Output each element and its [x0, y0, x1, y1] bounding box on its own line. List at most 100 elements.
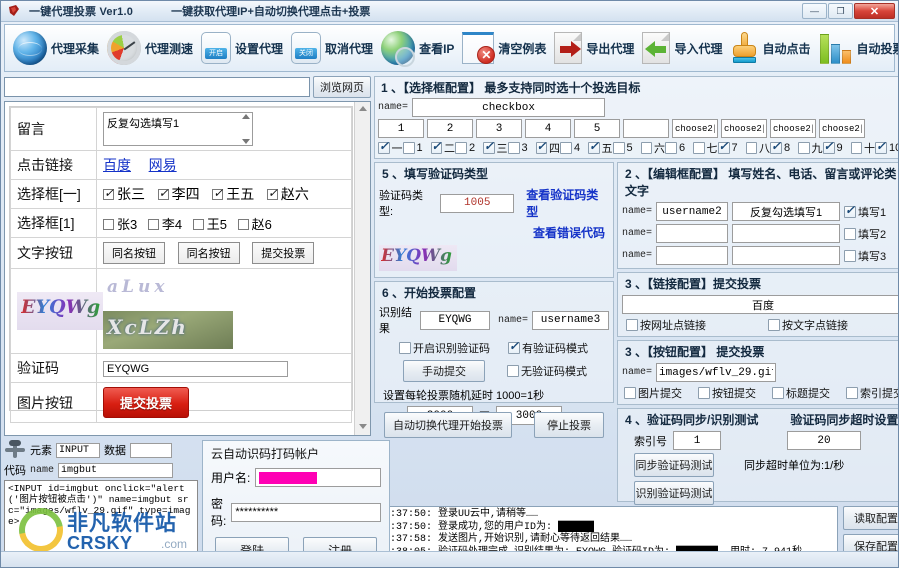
sync-captcha-test-button[interactable]: 同步验证码测试	[634, 453, 714, 477]
minimize-button[interactable]: —	[802, 3, 827, 19]
title-submit-checkbox[interactable]	[772, 387, 784, 399]
textbox-name-input-2[interactable]	[656, 224, 729, 243]
toolbar-export-proxy[interactable]: 导出代理	[550, 26, 638, 70]
index-input-2[interactable]	[427, 119, 473, 138]
choice-checkbox[interactable]	[717, 139, 730, 154]
vote-name-input[interactable]	[532, 310, 609, 330]
captcha-input[interactable]	[103, 360, 288, 377]
index-input-7[interactable]	[672, 119, 718, 138]
browse-page-button[interactable]: 浏览网页	[313, 76, 371, 98]
checkbox-name-input[interactable]	[412, 98, 606, 117]
textbox-name-input-3[interactable]	[656, 246, 729, 265]
choice-checkbox[interactable]	[798, 142, 810, 154]
checkbox-option[interactable]: 张三	[103, 186, 145, 202]
link-by-url-checkbox[interactable]	[626, 319, 638, 331]
choice-checkbox[interactable]	[665, 142, 677, 154]
toolbar-auto-click[interactable]: 自动点击	[726, 26, 814, 70]
toolbar-cancel-proxy[interactable]: 关闭 取消代理	[287, 26, 377, 70]
toolbar-clear-list[interactable]: ✕ 清空例表	[458, 26, 550, 70]
toolbar-speed-test[interactable]: 代理测速	[103, 26, 197, 70]
textarea-scroll[interactable]	[240, 114, 251, 144]
choice-checkbox[interactable]	[507, 142, 520, 154]
toolbar-import-proxy[interactable]: 导入代理	[638, 26, 726, 70]
choice-checkbox[interactable]	[770, 139, 782, 154]
index-input-5[interactable]	[574, 119, 620, 138]
index-input-1[interactable]	[378, 119, 424, 138]
submit-button-name-input[interactable]	[656, 363, 777, 382]
manual-submit-button[interactable]: 手动提交	[403, 360, 485, 382]
message-textarea[interactable]: 反复勾选填写1	[103, 112, 253, 146]
fill-checkbox-3[interactable]	[844, 249, 857, 262]
index-number-input[interactable]	[673, 431, 721, 450]
scroll-up-icon[interactable]	[358, 106, 367, 111]
fill-checkbox-1[interactable]	[844, 203, 857, 218]
text-button[interactable]: 同名按钮	[103, 242, 165, 264]
link-baidu[interactable]: 百度	[103, 157, 131, 173]
choice-checkbox[interactable]	[850, 142, 862, 154]
fill-checkbox-2[interactable]	[844, 227, 857, 240]
checkbox-option[interactable]: 张3	[103, 217, 137, 232]
stop-vote-button[interactable]: 停止投票	[534, 412, 604, 438]
choice-checkbox[interactable]	[745, 142, 757, 154]
element-name-input[interactable]	[58, 462, 174, 478]
text-button[interactable]: 提交投票	[252, 242, 315, 264]
toolbar-view-ip[interactable]: 查看IP	[377, 26, 458, 70]
textbox-value-input-1[interactable]	[732, 202, 841, 221]
start-vote-button[interactable]: 自动切换代理开始投票	[384, 412, 512, 438]
submit-vote-image-button[interactable]: 提交投票	[103, 387, 190, 418]
choice-checkbox[interactable]	[875, 139, 887, 154]
toolbar-set-proxy[interactable]: 开启 设置代理	[197, 26, 287, 70]
choice-checkbox[interactable]	[612, 142, 625, 154]
without-captcha-checkbox[interactable]	[507, 365, 519, 377]
index-input-10[interactable]	[819, 119, 865, 138]
maximize-button[interactable]: ❐	[828, 3, 853, 19]
view-captcha-type-link[interactable]: 查看验证码类型	[526, 186, 609, 220]
toolbar-auto-vote[interactable]: 自动投票	[814, 26, 898, 70]
choice-checkbox[interactable]	[822, 139, 835, 154]
button-submit-checkbox[interactable]	[698, 387, 710, 399]
enable-ocr-checkbox[interactable]	[399, 342, 411, 354]
image-submit-checkbox[interactable]	[624, 387, 636, 399]
checkbox-option[interactable]: 李4	[147, 217, 182, 232]
timeout-input[interactable]	[787, 431, 861, 450]
choice-checkbox[interactable]	[640, 142, 652, 154]
view-error-code-link[interactable]: 查看错误代码	[533, 226, 605, 240]
choice-checkbox[interactable]	[483, 139, 495, 154]
index-input-8[interactable]	[721, 119, 767, 138]
checkbox-option[interactable]: 李四	[157, 186, 200, 202]
text-button[interactable]: 同名按钮	[177, 242, 240, 264]
element-type-input[interactable]	[56, 442, 100, 458]
choice-checkbox[interactable]	[535, 139, 547, 154]
checkbox-option[interactable]: 王5	[192, 217, 227, 232]
crosshair-picker-icon[interactable]	[4, 440, 26, 460]
index-input-4[interactable]	[525, 119, 571, 138]
choice-checkbox[interactable]	[378, 139, 390, 154]
choice-checkbox[interactable]	[560, 142, 572, 154]
textbox-value-input-3[interactable]	[732, 246, 841, 265]
ocr-captcha-test-button[interactable]: 识别验证码测试	[634, 481, 714, 505]
checkbox-option[interactable]: 赵六	[266, 186, 309, 202]
read-config-button[interactable]: 读取配置	[843, 506, 898, 530]
ocr-result-input[interactable]	[419, 310, 490, 330]
password-input[interactable]	[231, 502, 382, 522]
index-input-9[interactable]	[770, 119, 816, 138]
choice-checkbox[interactable]	[588, 139, 600, 154]
close-button[interactable]: ✕	[854, 3, 895, 19]
textbox-name-input-1[interactable]	[656, 202, 729, 221]
link-netease[interactable]: 网易	[149, 157, 177, 173]
index-submit-checkbox[interactable]	[846, 387, 858, 399]
textbox-value-input-2[interactable]	[732, 224, 841, 243]
link-target-input[interactable]	[622, 295, 898, 314]
choice-checkbox[interactable]	[693, 142, 705, 154]
captcha-type-input[interactable]	[440, 193, 515, 213]
toolbar-collect-proxy[interactable]: 代理采集	[9, 26, 103, 70]
index-input-6[interactable]	[623, 119, 669, 138]
url-input[interactable]	[4, 77, 310, 97]
webpage-preview-pane[interactable]: 留言 反复勾选填写1 点击链接 百度 网易 选择框[一] ✓ 张三 ✓ 李四 ✓…	[4, 101, 371, 436]
checkbox-option[interactable]: 王五	[212, 186, 254, 202]
link-by-text-checkbox[interactable]	[768, 319, 780, 331]
scroll-down-icon[interactable]	[358, 424, 367, 429]
with-captcha-checkbox[interactable]	[508, 339, 520, 354]
preview-scrollbar[interactable]	[354, 102, 370, 435]
choice-checkbox[interactable]	[430, 139, 442, 154]
